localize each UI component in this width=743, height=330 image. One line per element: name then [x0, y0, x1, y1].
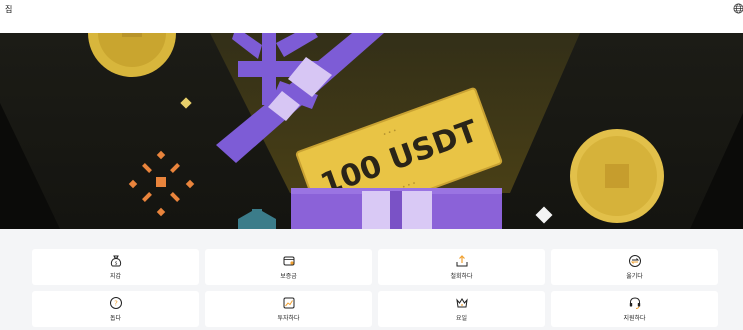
crown-icon	[455, 298, 468, 308]
menu-label: 돕다	[109, 315, 122, 322]
menu-item-wallet[interactable]: $ 지갑	[32, 249, 199, 285]
transfer-icon	[628, 255, 641, 267]
svg-text:?: ?	[114, 300, 118, 308]
menu-label: 철회하다	[450, 273, 473, 280]
invest-chart-icon	[283, 297, 294, 309]
menu-item-withdraw[interactable]: 철회하다	[378, 249, 545, 285]
svg-text:$: $	[114, 261, 117, 267]
page-title: 집	[5, 5, 13, 14]
menu-label: 보증금	[280, 273, 297, 280]
menu-item-support[interactable]: 지원하다	[551, 291, 718, 327]
menu-label: 투자하다	[277, 315, 300, 322]
menu-item-invest[interactable]: 투자하다	[205, 291, 372, 327]
headset-icon	[629, 297, 640, 309]
top-bar: 집	[0, 0, 743, 33]
menu-label: 지갑	[109, 273, 122, 280]
menu-item-day[interactable]: 요일	[378, 291, 545, 327]
quick-menu-grid: $ 지갑 보증금 철회하다 옮기다 ? 돕다 투자하다 요일 지원하다	[32, 249, 718, 327]
help-icon: ?	[109, 297, 122, 309]
promo-banner[interactable]: 100 USDT • • • • • •	[0, 33, 743, 229]
menu-item-help[interactable]: ? 돕다	[32, 291, 199, 327]
menu-item-deposit[interactable]: 보증금	[205, 249, 372, 285]
banner-illustration: 100 USDT • • • • • •	[0, 33, 743, 229]
menu-label: 요일	[455, 315, 468, 322]
deposit-icon	[283, 256, 294, 266]
wallet-bag-icon: $	[110, 255, 121, 267]
menu-item-transfer[interactable]: 옮기다	[551, 249, 718, 285]
withdraw-icon	[456, 255, 467, 267]
menu-label: 지원하다	[623, 315, 646, 322]
globe-icon[interactable]	[733, 3, 743, 14]
menu-label: 옮기다	[626, 273, 643, 280]
